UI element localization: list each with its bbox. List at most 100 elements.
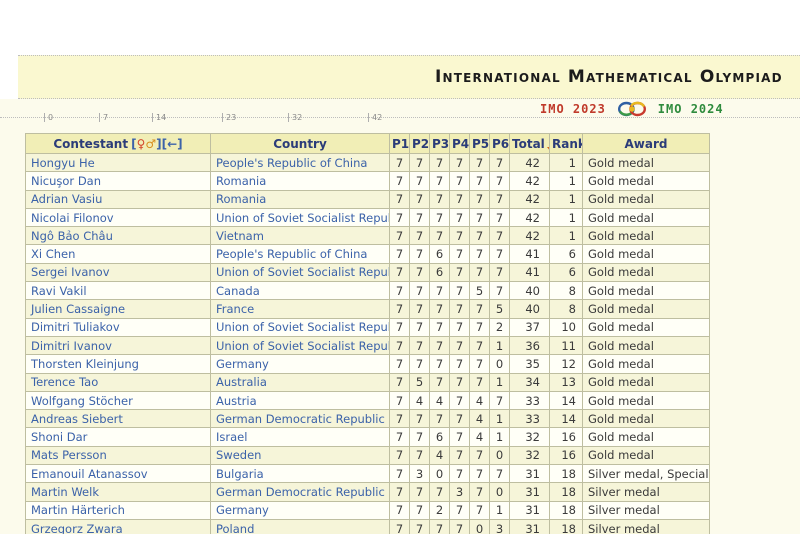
contestant-name-link[interactable]: Andreas Siebert [26, 410, 211, 428]
award-label: Gold medal [583, 446, 710, 464]
contestant-name-link[interactable]: Terence Tao [26, 373, 211, 391]
male-icon[interactable]: ♂ [145, 137, 156, 151]
country-link[interactable]: Bulgaria [211, 465, 390, 483]
score-p2: 7 [410, 336, 430, 354]
link-imo-2023[interactable]: IMO 2023 [540, 102, 606, 116]
contestant-name-link[interactable]: Martin Welk [26, 483, 211, 501]
country-link[interactable]: France [211, 300, 390, 318]
score-p1: 7 [390, 391, 410, 409]
rank-value: 1 [550, 154, 583, 172]
award-label: Gold medal [583, 154, 710, 172]
contestant-name-link[interactable]: Hongyu He [26, 154, 211, 172]
total-score: 36 [510, 336, 550, 354]
rank-value: 6 [550, 245, 583, 263]
country-link[interactable]: Poland [211, 519, 390, 534]
score-p5: 7 [470, 172, 490, 190]
score-p5: 7 [470, 465, 490, 483]
score-p2: 7 [410, 282, 430, 300]
country-link[interactable]: Romania [211, 190, 390, 208]
column-header-p5[interactable]: P5 [470, 134, 490, 154]
country-link[interactable]: German Democratic Republic [211, 410, 390, 428]
contestant-name-link[interactable]: Wolfgang Stöcher [26, 391, 211, 409]
score-p6: 7 [490, 172, 510, 190]
contestant-name-link[interactable]: Nicuşor Dan [26, 172, 211, 190]
contestant-name-link[interactable]: Grzegorz Zwara [26, 519, 211, 534]
country-link[interactable]: Australia [211, 373, 390, 391]
country-link[interactable]: Germany [211, 501, 390, 519]
country-link[interactable]: Austria [211, 391, 390, 409]
country-link[interactable]: People's Republic of China [211, 245, 390, 263]
contestant-name-link[interactable]: Adrian Vasiu [26, 190, 211, 208]
contestant-name-link[interactable]: Xi Chen [26, 245, 211, 263]
contestant-name-link[interactable]: Ravi Vakil [26, 282, 211, 300]
table-row: Martin Welk German Democratic Republic 7… [26, 483, 710, 501]
contestant-name-link[interactable]: Sergei Ivanov [26, 263, 211, 281]
country-link[interactable]: Vietnam [211, 227, 390, 245]
column-header-p1[interactable]: P1 [390, 134, 410, 154]
score-p6: 7 [490, 245, 510, 263]
contestant-name-link[interactable]: Thorsten Kleinjung [26, 355, 211, 373]
score-p2: 7 [410, 483, 430, 501]
country-link[interactable]: Israel [211, 428, 390, 446]
score-p1: 7 [390, 227, 410, 245]
score-p1: 7 [390, 190, 410, 208]
score-p3: 7 [430, 373, 450, 391]
column-header-p2[interactable]: P2 [410, 134, 430, 154]
table-row: Hongyu He People's Republic of China 7 7… [26, 154, 710, 172]
column-header-country[interactable]: Country [211, 134, 390, 154]
imo-logo-icon[interactable] [616, 100, 648, 118]
country-link[interactable]: German Democratic Republic [211, 483, 390, 501]
total-header-label: Total [512, 137, 545, 151]
score-p3: 7 [430, 519, 450, 534]
country-link[interactable]: Union of Soviet Socialist Republics [211, 208, 390, 226]
rank-value: 1 [550, 208, 583, 226]
country-link[interactable]: Germany [211, 355, 390, 373]
column-header-contestant[interactable]: Contestant[♀♂][←] [26, 134, 211, 154]
column-header-award[interactable]: Award [583, 134, 710, 154]
column-header-rank[interactable]: Rank [550, 134, 583, 154]
contestant-name-link[interactable]: Mats Persson [26, 446, 211, 464]
score-p5: 7 [470, 227, 490, 245]
table-row: Wolfgang Stöcher Austria 7 4 4 7 4 7 33 … [26, 391, 710, 409]
link-imo-2024[interactable]: IMO 2024 [658, 102, 724, 116]
score-p6: 7 [490, 391, 510, 409]
contestant-name-link[interactable]: Julien Cassaigne [26, 300, 211, 318]
table-row: Shoni Dar Israel 7 7 6 7 4 1 32 16 Gold … [26, 428, 710, 446]
total-score: 34 [510, 373, 550, 391]
country-link[interactable]: Union of Soviet Socialist Republics [211, 318, 390, 336]
contestant-name-link[interactable]: Dimitri Tuliakov [26, 318, 211, 336]
column-header-p6[interactable]: P6 [490, 134, 510, 154]
country-link[interactable]: Union of Soviet Socialist Republics [211, 336, 390, 354]
rank-value: 14 [550, 410, 583, 428]
rank-value: 18 [550, 501, 583, 519]
column-header-p3[interactable]: P3 [430, 134, 450, 154]
contestant-name-link[interactable]: Shoni Dar [26, 428, 211, 446]
table-row: Andreas Siebert German Democratic Republ… [26, 410, 710, 428]
back-arrow-icon[interactable]: ← [167, 137, 177, 151]
score-p3: 6 [430, 263, 450, 281]
score-p3: 4 [430, 446, 450, 464]
award-label: Silver medal [583, 519, 710, 534]
contestant-name-link[interactable]: Dimitri Ivanov [26, 336, 211, 354]
column-header-p4[interactable]: P4 [450, 134, 470, 154]
rank-value: 16 [550, 446, 583, 464]
contestant-name-link[interactable]: Ngô Bảo Châu [26, 227, 211, 245]
country-link[interactable]: Union of Soviet Socialist Republics [211, 263, 390, 281]
rank-value: 18 [550, 483, 583, 501]
score-p6: 1 [490, 410, 510, 428]
score-p3: 7 [430, 172, 450, 190]
country-link[interactable]: Sweden [211, 446, 390, 464]
contestant-name-link[interactable]: Emanouil Atanassov [26, 465, 211, 483]
score-ruler: 0 7 14 23 32 42 [0, 117, 800, 118]
score-p3: 2 [430, 501, 450, 519]
score-p3: 0 [430, 465, 450, 483]
score-p6: 7 [490, 154, 510, 172]
country-link[interactable]: Canada [211, 282, 390, 300]
contestant-name-link[interactable]: Nicolai Filonov [26, 208, 211, 226]
contestant-name-link[interactable]: Martin Härterich [26, 501, 211, 519]
column-header-total[interactable]: Total [510, 134, 550, 154]
bracket: ] [177, 137, 182, 151]
ruler-tick: 23 [222, 113, 236, 122]
country-link[interactable]: People's Republic of China [211, 154, 390, 172]
country-link[interactable]: Romania [211, 172, 390, 190]
